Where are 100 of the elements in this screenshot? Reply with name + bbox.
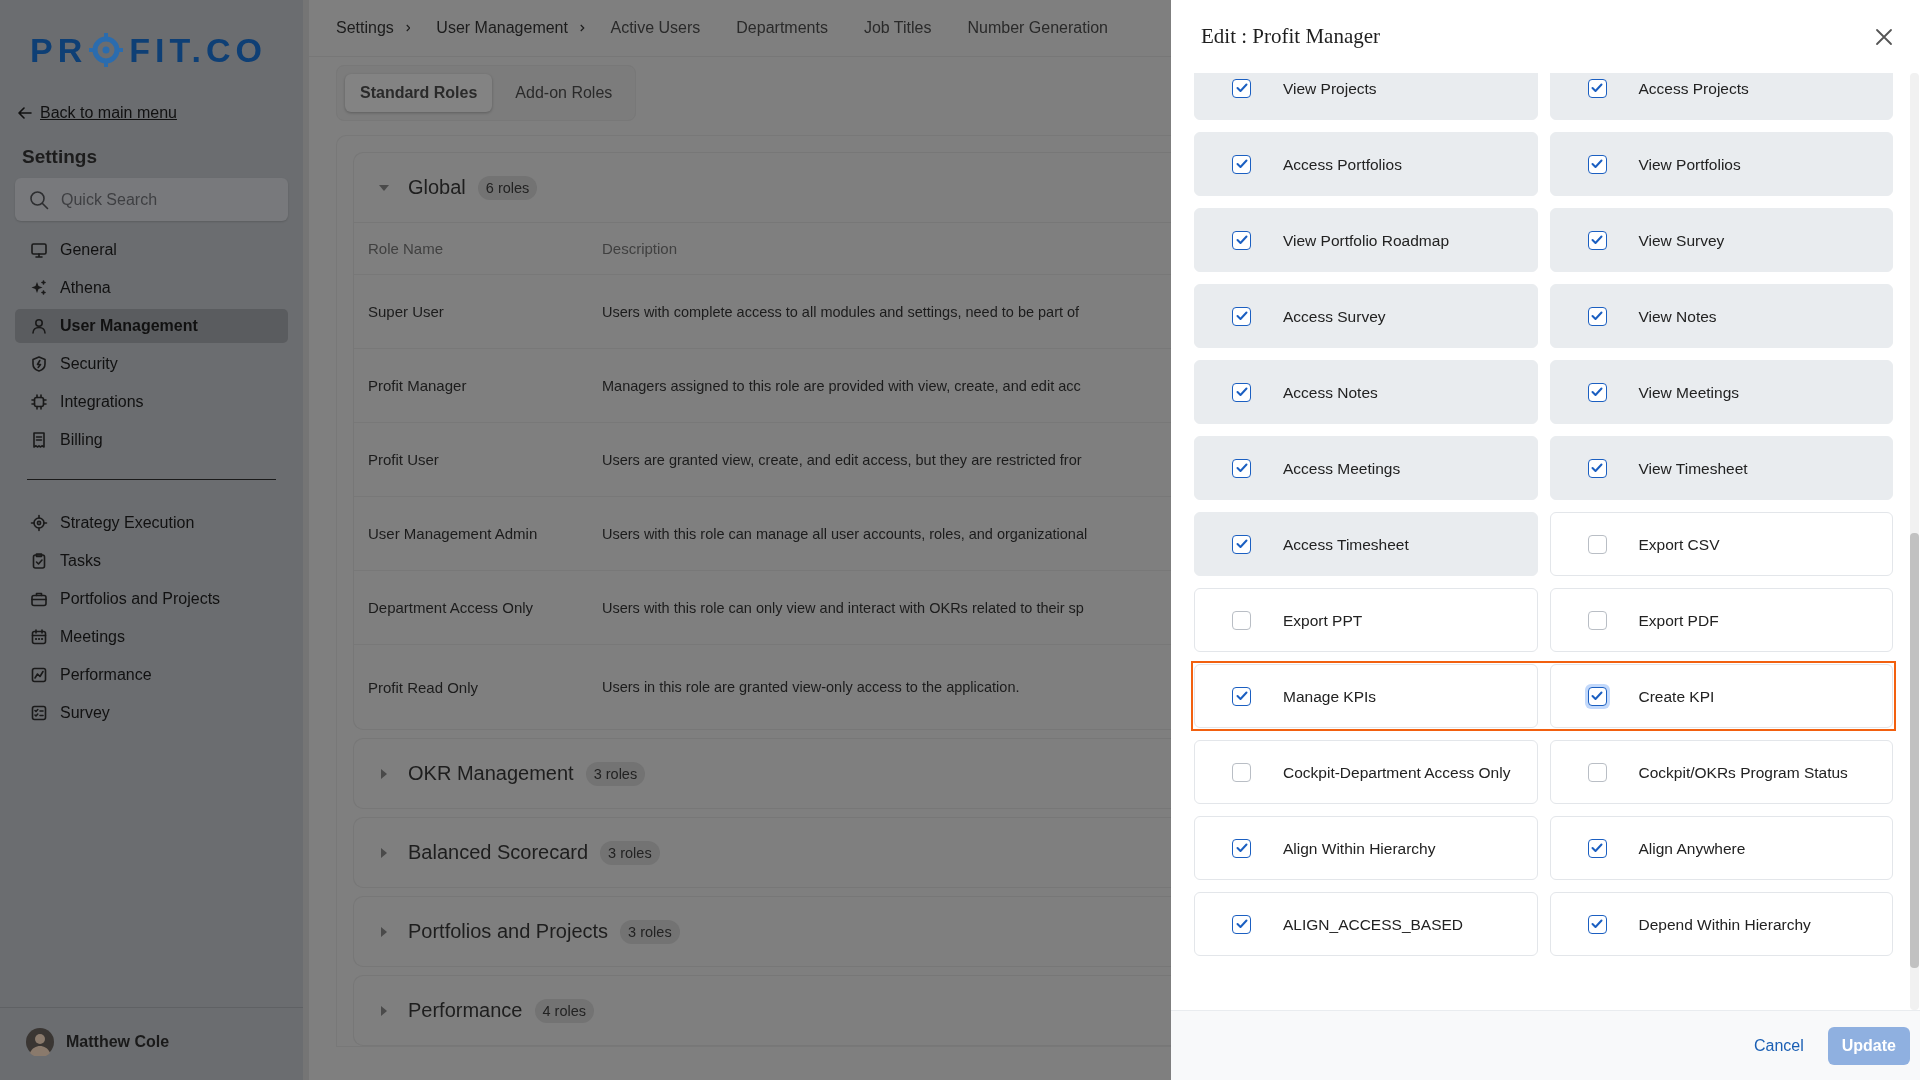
checkbox[interactable] bbox=[1587, 154, 1607, 174]
checkbox[interactable] bbox=[1232, 610, 1251, 630]
table-cell: Users with complete access to all modules and settings, need to be part of bbox=[602, 303, 1080, 320]
receipt-icon bbox=[30, 431, 48, 449]
permission-label: View Survey bbox=[1638, 230, 1725, 251]
calendar-icon bbox=[30, 628, 48, 646]
user-icon bbox=[30, 317, 48, 335]
nav-tab[interactable]: Active Users bbox=[610, 19, 701, 37]
table-cell: Users in this role are granted view-only access to the application. bbox=[602, 679, 1020, 695]
checkbox[interactable] bbox=[1587, 458, 1607, 478]
scrollbar-thumb[interactable] bbox=[1910, 533, 1919, 968]
table-cell: Users are granted view, create, and edit access, but they are restricted fror bbox=[602, 451, 1082, 468]
logo-text: PR bbox=[30, 30, 88, 70]
sidebar-item[interactable]: Security bbox=[15, 347, 288, 381]
sidebar-item[interactable]: Portfolios and Projects bbox=[15, 582, 288, 616]
nav-tab[interactable]: Number Generation bbox=[967, 19, 1108, 37]
search-icon bbox=[29, 190, 49, 210]
checkbox[interactable] bbox=[1232, 762, 1251, 782]
checkbox[interactable] bbox=[1587, 78, 1607, 98]
checkbox[interactable] bbox=[1232, 306, 1251, 326]
checkbox[interactable] bbox=[1587, 534, 1607, 554]
count-badge: 6 roles bbox=[477, 175, 538, 200]
checkmark-icon bbox=[1235, 235, 1248, 245]
sidebar-item[interactable]: Integrations bbox=[15, 385, 288, 419]
checkmark-icon bbox=[1591, 235, 1603, 245]
sidebar-item[interactable]: Billing bbox=[15, 423, 288, 457]
logo-text: FIT.CO bbox=[129, 30, 267, 70]
count-badge: 3 roles bbox=[600, 840, 660, 865]
group-title: Balanced Scorecard bbox=[408, 841, 589, 864]
checkbox[interactable] bbox=[1232, 458, 1251, 478]
table-cell: Managers assigned to this role are provided with view, create, and edit acc bbox=[602, 377, 1081, 394]
breadcrumb-link[interactable]: User Management bbox=[436, 19, 568, 37]
checkbox[interactable] bbox=[1587, 230, 1607, 250]
checkbox[interactable] bbox=[1587, 838, 1607, 858]
chip-icon bbox=[30, 393, 48, 411]
sidebar-item[interactable]: Meetings bbox=[15, 620, 288, 654]
checkbox[interactable] bbox=[1587, 914, 1607, 934]
permission-label: Cockpit/OKRs Program Status bbox=[1638, 762, 1848, 783]
checkbox[interactable] bbox=[1232, 154, 1251, 174]
checkbox[interactable] bbox=[1587, 306, 1607, 326]
count-badge: 3 roles bbox=[585, 761, 646, 786]
breadcrumb-link[interactable]: Settings bbox=[336, 19, 394, 37]
checkbox[interactable] bbox=[1587, 610, 1607, 630]
sidebar-item[interactable]: User Management bbox=[15, 309, 288, 343]
checklist-icon bbox=[30, 704, 48, 722]
chart-icon bbox=[30, 666, 48, 684]
count-badge: 4 roles bbox=[534, 998, 595, 1023]
nav-tab[interactable]: Job Titles bbox=[863, 19, 932, 37]
permission-label: Access Survey bbox=[1283, 306, 1386, 327]
role-tab[interactable]: Standard Roles bbox=[345, 74, 493, 112]
scrollbar[interactable] bbox=[1910, 73, 1919, 1010]
checkbox[interactable] bbox=[1232, 534, 1251, 554]
sidebar-item[interactable]: Survey bbox=[15, 696, 288, 730]
group-title: Portfolios and Projects bbox=[408, 920, 609, 943]
table-cell-text: Profit Manager bbox=[368, 377, 468, 394]
checkbox[interactable] bbox=[1232, 382, 1251, 402]
user-name: Matthew Cole bbox=[66, 1033, 170, 1051]
sidebar-item[interactable]: Performance bbox=[15, 658, 288, 692]
checkbox[interactable] bbox=[1232, 838, 1251, 858]
checkmark-icon bbox=[1235, 83, 1248, 93]
checkmark-icon bbox=[1591, 919, 1603, 929]
permission-label: Access Projects bbox=[1638, 78, 1749, 99]
checkbox[interactable] bbox=[1232, 686, 1251, 706]
permission-label: Access Notes bbox=[1283, 382, 1378, 403]
sidebar-title: Settings bbox=[22, 146, 98, 168]
checkmark-icon bbox=[1591, 691, 1603, 701]
cancel-link[interactable]: Cancel bbox=[1753, 1036, 1804, 1055]
nav-tab[interactable]: Departments bbox=[736, 19, 828, 37]
target-icon bbox=[30, 514, 48, 532]
sidebar-item[interactable]: Tasks bbox=[15, 544, 288, 578]
checkmark-icon bbox=[1235, 691, 1248, 701]
arrow-left-icon bbox=[18, 107, 32, 119]
checkmark-icon bbox=[1235, 387, 1248, 397]
permission-label: ALIGN_ACCESS_BASED bbox=[1283, 914, 1464, 935]
close-icon[interactable] bbox=[1875, 27, 1893, 46]
role-tab[interactable]: Add-on Roles bbox=[500, 74, 628, 112]
sidebar-item[interactable]: Athena bbox=[15, 271, 288, 305]
search-field[interactable]: Quick Search bbox=[15, 178, 288, 221]
crosshair-logo-icon bbox=[89, 33, 124, 67]
permission-label: View Meetings bbox=[1638, 382, 1739, 403]
permission-label: Create KPI bbox=[1638, 686, 1715, 707]
sidebar-item[interactable]: Strategy Execution bbox=[15, 506, 288, 540]
checkmark-icon bbox=[1235, 311, 1248, 321]
avatar-icon bbox=[26, 1028, 54, 1056]
checkmark-icon bbox=[1235, 843, 1248, 853]
checkmark-icon bbox=[1235, 159, 1248, 169]
permission-label: View Notes bbox=[1638, 306, 1717, 327]
back-link[interactable]: Back to main menu bbox=[40, 104, 177, 122]
table-cell: Users with this role can only view and interact with OKRs related to their sp bbox=[602, 599, 1084, 616]
checkmark-icon bbox=[1235, 539, 1248, 549]
table-cell-text: Profit User bbox=[368, 451, 440, 468]
sparkle-icon bbox=[30, 279, 48, 297]
checkbox[interactable] bbox=[1587, 762, 1607, 782]
permission-label: Access Timesheet bbox=[1283, 534, 1409, 555]
checkbox[interactable] bbox=[1232, 78, 1251, 98]
table-cell-text: Profit Read Only bbox=[368, 678, 480, 696]
checkbox[interactable] bbox=[1232, 914, 1251, 934]
checkbox[interactable] bbox=[1587, 382, 1607, 402]
sidebar-item[interactable]: General bbox=[15, 233, 288, 267]
checkbox[interactable] bbox=[1232, 230, 1251, 250]
